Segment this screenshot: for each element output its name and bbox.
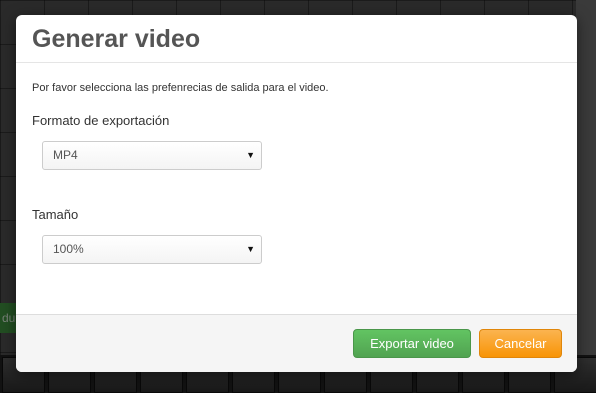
cancel-button[interactable]: Cancelar bbox=[479, 329, 562, 358]
format-field-group: Formato de exportación MP4 ▼ bbox=[32, 113, 561, 170]
generate-video-dialog: Generar video Por favor selecciona las p… bbox=[16, 15, 577, 372]
dialog-header: Generar video bbox=[16, 15, 577, 63]
dialog-intro-text: Por favor selecciona las prefenrecias de… bbox=[32, 82, 329, 94]
size-select[interactable]: 100% ▼ bbox=[42, 235, 262, 264]
format-select-value: MP4 bbox=[53, 148, 78, 162]
format-select[interactable]: MP4 ▼ bbox=[42, 141, 262, 170]
dialog-footer: Exportar video Cancelar bbox=[16, 314, 577, 372]
size-label: Tamaño bbox=[32, 207, 79, 222]
dialog-title: Generar video bbox=[32, 25, 201, 53]
size-field-group: Tamaño 100% ▼ bbox=[32, 207, 561, 264]
export-video-button[interactable]: Exportar video bbox=[353, 329, 471, 358]
chevron-down-icon: ▼ bbox=[246, 150, 255, 160]
size-select-value: 100% bbox=[53, 242, 84, 256]
format-label: Formato de exportación bbox=[32, 113, 170, 128]
chevron-down-icon: ▼ bbox=[246, 244, 255, 254]
dialog-body: Por favor selecciona las prefenrecias de… bbox=[16, 63, 577, 314]
